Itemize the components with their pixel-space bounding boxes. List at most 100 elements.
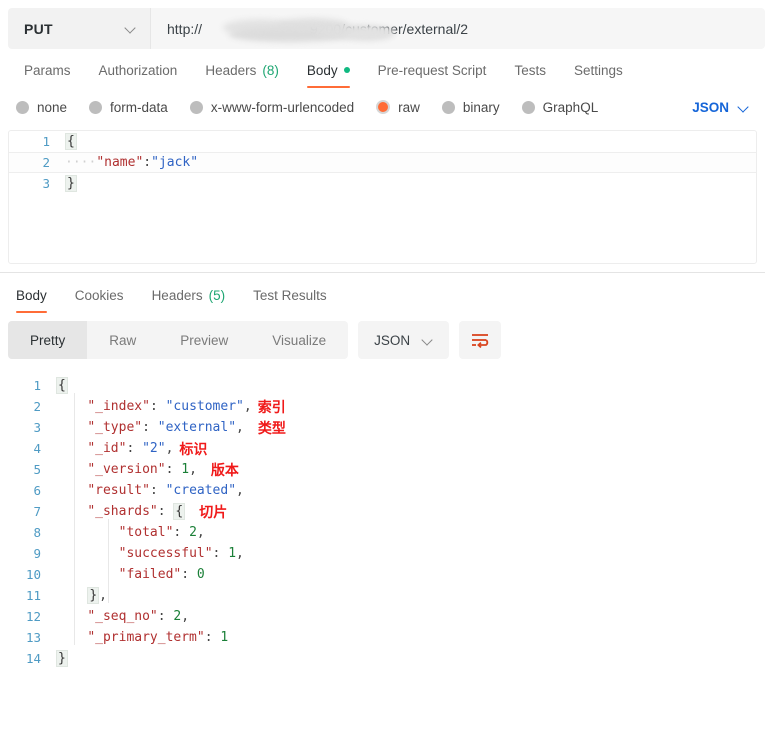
annotation-text: 类型: [257, 420, 286, 437]
json-punctuation: ,: [236, 483, 244, 498]
chevron-down-icon: [125, 23, 136, 34]
json-punctuation: ,: [243, 399, 252, 414]
code-line: 2 "_index": "customer", 索引: [0, 396, 765, 417]
url-input[interactable]: http:// 9200/customer/external/2: [150, 8, 765, 49]
json-punctuation: ,: [99, 588, 107, 603]
body-type-urlencoded[interactable]: x-www-form-urlencoded: [189, 99, 355, 115]
line-number: 1: [42, 134, 50, 149]
json-number-value: 1: [181, 462, 190, 477]
tab-headers[interactable]: Headers (8): [191, 62, 293, 89]
response-tab-headers[interactable]: Headers (5): [138, 287, 240, 314]
url-prefix-text: http://: [167, 20, 203, 37]
tab-params[interactable]: Params: [10, 62, 85, 89]
http-method-selector[interactable]: PUT: [8, 8, 150, 49]
json-colon: :: [181, 567, 197, 582]
view-mode-preview-label: Preview: [180, 332, 229, 348]
response-tab-cookies[interactable]: Cookies: [61, 288, 138, 314]
json-number-value: 1: [228, 546, 237, 561]
json-string-value: "created": [165, 483, 237, 498]
annotation-text: 标识: [179, 441, 208, 458]
view-mode-pretty[interactable]: Pretty: [8, 321, 88, 359]
json-key: "successful": [118, 546, 213, 561]
body-type-binary[interactable]: binary: [441, 99, 500, 115]
json-punctuation: ,: [189, 462, 197, 477]
body-type-form-data[interactable]: form-data: [89, 100, 168, 115]
body-type-none[interactable]: none: [16, 100, 67, 115]
tab-authorization[interactable]: Authorization: [85, 63, 192, 89]
line-number: 5: [33, 462, 41, 477]
code-brace: }: [65, 175, 77, 192]
json-key: "_primary_term": [87, 630, 205, 645]
word-wrap-button[interactable]: [459, 321, 502, 359]
response-tab-headers-count: (5): [208, 287, 226, 303]
body-type-raw[interactable]: raw: [376, 100, 420, 115]
code-line: 14}: [0, 648, 765, 669]
json-string-value: "customer": [165, 399, 244, 414]
tab-body-label: Body: [306, 62, 338, 78]
view-mode-raw[interactable]: Raw: [87, 321, 158, 359]
json-punctuation: ,: [165, 441, 174, 456]
response-tab-bar: Body Cookies Headers (5) Test Results: [0, 273, 765, 313]
json-key: "_id": [87, 441, 127, 456]
code-line: 11 },: [0, 585, 765, 606]
code-line: 10 "failed": 0: [0, 564, 765, 585]
json-colon: :: [165, 462, 182, 477]
body-type-graphql[interactable]: GraphQL: [521, 99, 599, 115]
json-key: "_seq_no": [87, 609, 158, 624]
line-number: 3: [33, 420, 41, 435]
tab-pre-request-script-label: Pre-request Script: [377, 62, 487, 78]
body-type-binary-label: binary: [462, 99, 500, 115]
response-tab-headers-label: Headers: [151, 287, 203, 303]
json-colon: :: [173, 525, 190, 540]
code-line: 9 "successful": 1,: [0, 543, 765, 564]
code-line: 3 }: [9, 173, 756, 194]
url-suffix-text: 9200/customer/external/2: [310, 20, 469, 37]
json-punctuation: ,: [236, 420, 244, 435]
tab-pre-request-script[interactable]: Pre-request Script: [364, 62, 501, 89]
response-body-viewer[interactable]: 1{2 "_index": "customer", 索引 3 "_type": "e…: [0, 369, 765, 699]
response-tab-body[interactable]: Body: [2, 287, 61, 314]
tab-headers-label: Headers: [205, 62, 257, 78]
tab-settings[interactable]: Settings: [560, 63, 637, 89]
response-view-mode-group: Pretty Raw Preview Visualize: [8, 321, 349, 359]
json-punctuation: ,: [181, 609, 190, 624]
body-type-graphql-label: GraphQL: [542, 99, 599, 115]
response-format-label: JSON: [374, 332, 411, 348]
json-colon: :: [212, 546, 229, 561]
tab-body[interactable]: Body: [293, 62, 364, 89]
code-brace: {: [65, 133, 77, 150]
code-line: 5 "_version": 1, 版本: [0, 459, 765, 480]
json-colon: :: [142, 420, 158, 435]
json-string-value: "2": [142, 441, 166, 456]
response-format-selector[interactable]: JSON: [358, 321, 450, 359]
http-method-label: PUT: [24, 20, 53, 37]
tab-params-label: Params: [24, 62, 71, 78]
view-mode-visualize[interactable]: Visualize: [250, 321, 348, 359]
json-colon: :: [126, 441, 143, 456]
json-colon: :: [149, 399, 166, 414]
body-type-urlencoded-label: x-www-form-urlencoded: [210, 99, 355, 115]
code-line: 4 "_id": "2", 标识: [0, 438, 765, 459]
indent-guide: ····: [65, 155, 97, 170]
tab-tests[interactable]: Tests: [500, 63, 560, 89]
radio-icon: [441, 100, 455, 114]
response-tab-test-results[interactable]: Test Results: [239, 288, 341, 314]
json-punctuation: ,: [236, 546, 244, 561]
tab-headers-count: (8): [262, 62, 279, 78]
body-type-raw-label: raw: [398, 99, 420, 115]
response-tab-body-label: Body: [16, 287, 47, 303]
json-key: "result": [87, 483, 150, 498]
json-key: "_shards": [87, 504, 158, 519]
code-line: 6 "result": "created",: [0, 480, 765, 501]
request-body-editor[interactable]: 1 { 2 ····"name":"jack" 3 }: [8, 130, 757, 264]
raw-format-selector[interactable]: JSON: [692, 100, 749, 115]
response-toolbar: Pretty Raw Preview Visualize JSON: [0, 313, 765, 369]
line-number: 7: [33, 504, 41, 519]
view-mode-preview[interactable]: Preview: [158, 321, 250, 359]
